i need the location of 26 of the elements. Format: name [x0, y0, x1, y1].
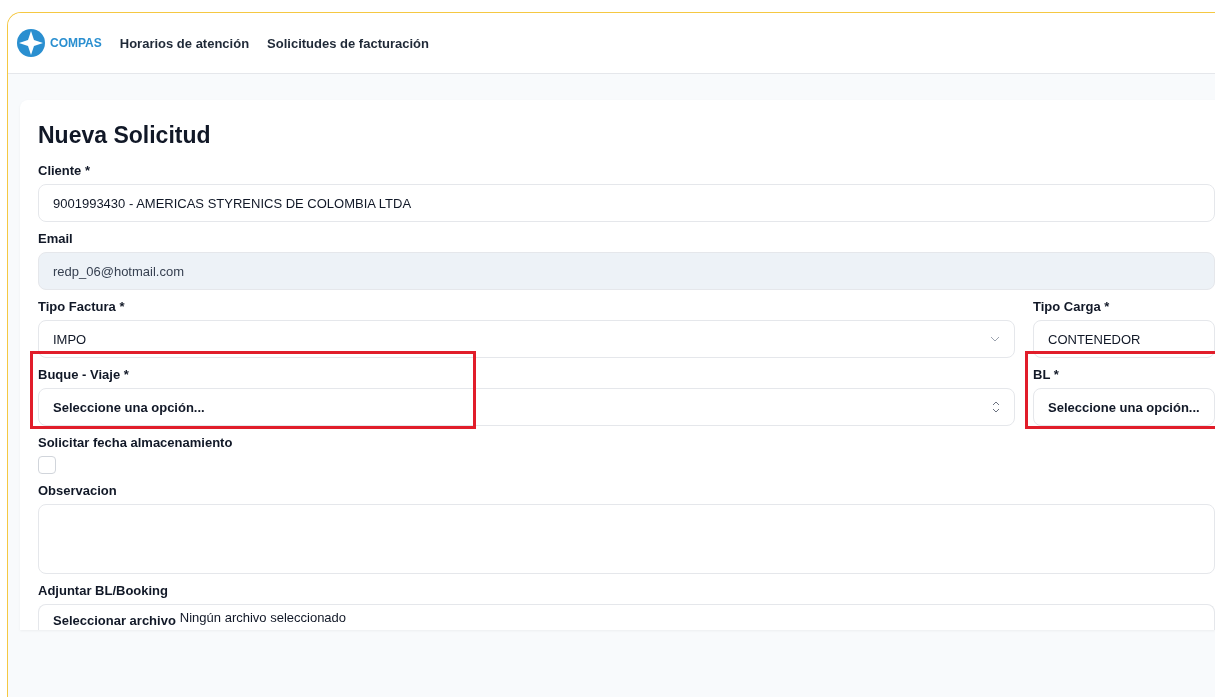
field-label: Observacion	[38, 483, 118, 498]
form-title: Nueva Solicitud	[38, 122, 212, 149]
select-field[interactable]: Seleccione una opción...	[1033, 388, 1215, 426]
input-field[interactable]: 9001993430 - AMERICAS STYRENICS DE COLOMBIA LTDA	[38, 184, 1215, 222]
checkbox[interactable]	[38, 456, 56, 474]
chevron-down-icon	[990, 336, 1000, 342]
field-label: Adjuntar BL/Booking	[38, 583, 169, 598]
up-down-chevron-icon	[992, 401, 1000, 413]
field-label: Solicitar fecha almacenamiento	[38, 435, 234, 450]
file-status-text: Ningún archivo seleccionado	[179, 610, 347, 627]
file-input[interactable]: Seleccionar archivo Ningún archivo seleccionado	[38, 604, 1215, 630]
textarea-field[interactable]	[38, 504, 1215, 574]
field-label: Tipo Factura *	[38, 299, 126, 314]
choose-file-button[interactable]: Seleccionar archivo	[53, 610, 176, 630]
field-label: Cliente *	[38, 163, 91, 178]
nav-link[interactable]: Horarios de atención	[119, 35, 250, 51]
field-label: Buque - Viaje *	[38, 367, 130, 382]
select-field[interactable]: IMPO	[38, 320, 1015, 358]
compas-logo-icon	[16, 28, 46, 58]
field-label: Tipo Carga *	[1033, 299, 1111, 314]
nav-link[interactable]: Solicitudes de facturación	[267, 35, 429, 51]
field-label: Email	[38, 231, 74, 246]
select-field[interactable]: Seleccione una opción...	[38, 388, 1015, 426]
brand-name: COMPAS	[50, 36, 102, 50]
input-field[interactable]: CONTENEDOR	[1033, 320, 1215, 358]
field-label: BL *	[1033, 367, 1060, 382]
